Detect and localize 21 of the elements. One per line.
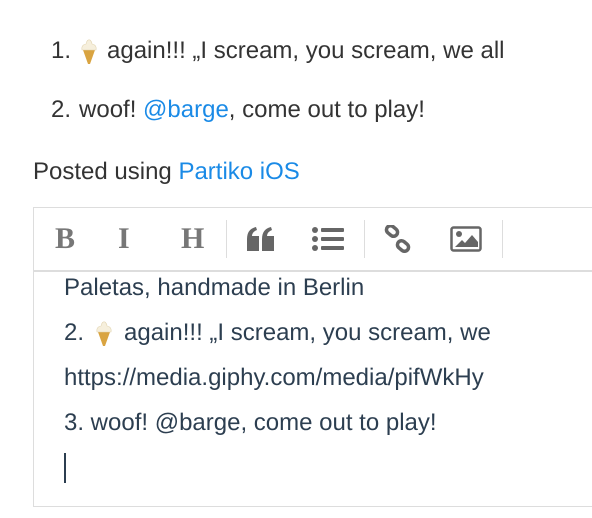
list-item-text: woof! @barge, come out to play!	[79, 95, 425, 125]
format-button[interactable]: I	[114, 221, 177, 257]
editor-textarea[interactable]: Paletas, handmade in Berlin 2. again!!! „I scream, you scream, we https://media.giphy.com/media/pifWkHy 3. woof! @barge, come out to play!	[34, 272, 592, 506]
list-number: 2.	[51, 95, 72, 125]
mention-link[interactable]: @barge	[143, 96, 229, 123]
line-number-text: 2.	[64, 318, 84, 348]
editor-line: 3. woof! @barge, come out to play!	[64, 408, 437, 438]
editor-line: Paletas, handmade in Berlin	[64, 273, 364, 303]
chain-link-icon[interactable]	[384, 225, 412, 253]
list-icon[interactable]	[312, 227, 344, 251]
format-button[interactable]: B	[51, 221, 114, 257]
text-cursor	[64, 453, 66, 483]
list-number: 1.	[51, 36, 72, 66]
quote-icon[interactable]	[246, 226, 276, 252]
image-icon[interactable]	[450, 226, 482, 252]
posted-using-text: Posted using Partiko iOS	[33, 157, 301, 187]
format-button[interactable]: H	[177, 221, 240, 257]
editor-line: again!!! „I scream, you scream, we	[124, 318, 491, 348]
list-item-text: again!!! „I scream, you scream, we all	[107, 36, 504, 66]
app-link[interactable]: Partiko iOS	[178, 158, 300, 185]
editor-line: https://media.giphy.com/media/pifWkHy	[64, 363, 484, 393]
